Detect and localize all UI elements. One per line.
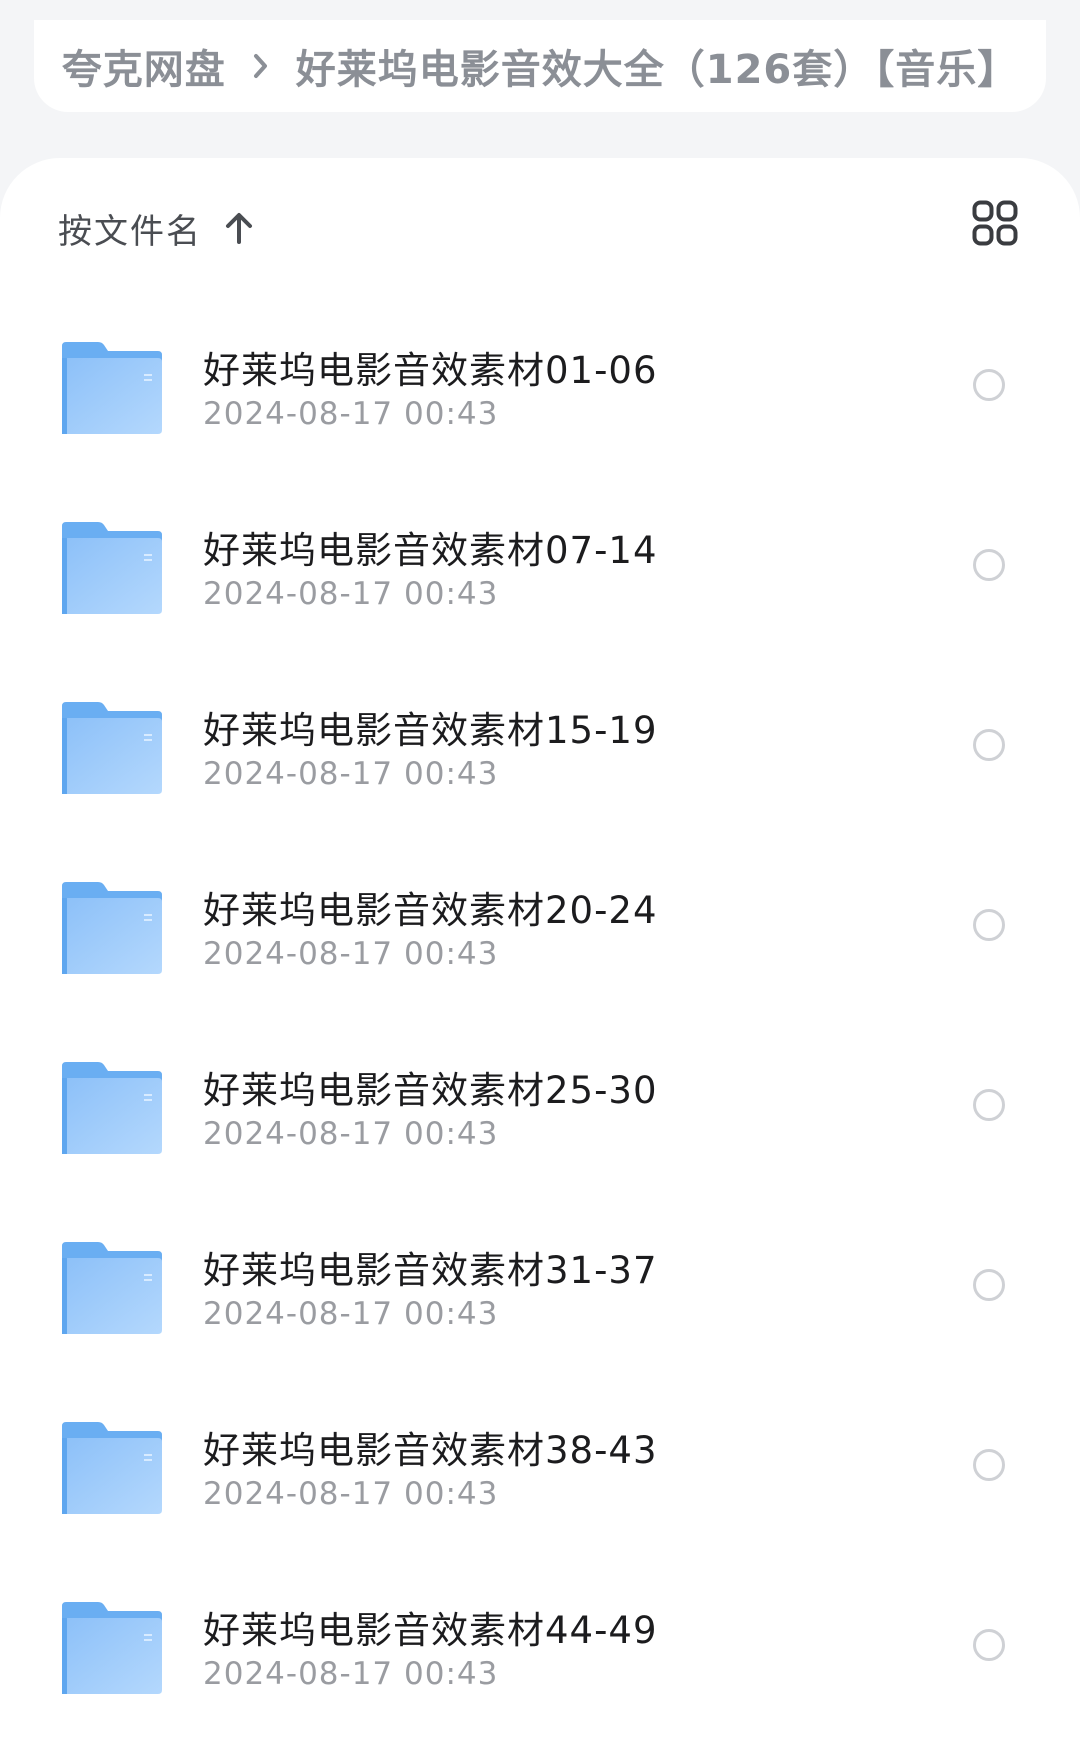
- file-date: 2024-08-17 00:43: [203, 936, 499, 972]
- select-checkbox[interactable]: [973, 909, 1005, 941]
- file-date: 2024-08-17 00:43: [203, 396, 499, 432]
- file-name: 好莱坞电影音效素材07-14: [203, 529, 658, 572]
- file-date: 2024-08-17 00:43: [203, 576, 499, 612]
- grid-view-toggle[interactable]: [970, 198, 1020, 248]
- file-name: 好莱坞电影音效素材01-06: [203, 349, 658, 392]
- list-item[interactable]: 好莱坞电影音效素材44-49 2024-08-17 00:43: [0, 1570, 1080, 1750]
- list-item[interactable]: 好莱坞电影音效素材01-06 2024-08-17 00:43: [0, 310, 1080, 490]
- file-name: 好莱坞电影音效素材15-19: [203, 709, 658, 752]
- file-list: 好莱坞电影音效素材01-06 2024-08-17 00:43 好莱坞电影音效素…: [0, 310, 1080, 1750]
- folder-icon: [62, 342, 162, 434]
- arrow-up-icon: [222, 211, 256, 245]
- folder-icon: [62, 522, 162, 614]
- file-date: 2024-08-17 00:43: [203, 756, 499, 792]
- list-item[interactable]: 好莱坞电影音效素材38-43 2024-08-17 00:43: [0, 1390, 1080, 1570]
- grid-view-icon: [972, 200, 1018, 246]
- folder-icon: [62, 1422, 162, 1514]
- select-checkbox[interactable]: [973, 1269, 1005, 1301]
- file-name: 好莱坞电影音效素材25-30: [203, 1069, 658, 1112]
- list-item[interactable]: 好莱坞电影音效素材31-37 2024-08-17 00:43: [0, 1210, 1080, 1390]
- folder-icon: [62, 1062, 162, 1154]
- folder-icon: [62, 882, 162, 974]
- file-date: 2024-08-17 00:43: [203, 1296, 499, 1332]
- select-checkbox[interactable]: [973, 549, 1005, 581]
- file-name: 好莱坞电影音效素材38-43: [203, 1429, 658, 1472]
- file-list-panel: 按文件名 好莱坞电影音效素材01-06 2024-08-17 00:43 好莱坞…: [0, 158, 1080, 1758]
- select-checkbox[interactable]: [973, 369, 1005, 401]
- file-name: 好莱坞电影音效素材20-24: [203, 889, 658, 932]
- select-checkbox[interactable]: [973, 729, 1005, 761]
- file-name: 好莱坞电影音效素材31-37: [203, 1249, 658, 1292]
- sort-label: 按文件名: [58, 211, 202, 252]
- folder-icon: [62, 1602, 162, 1694]
- file-date: 2024-08-17 00:43: [203, 1116, 499, 1152]
- list-item[interactable]: 好莱坞电影音效素材15-19 2024-08-17 00:43: [0, 670, 1080, 850]
- list-item[interactable]: 好莱坞电影音效素材20-24 2024-08-17 00:43: [0, 850, 1080, 1030]
- breadcrumb-current: 好莱坞电影音效大全（126套）【音乐】: [295, 47, 1019, 93]
- list-item[interactable]: 好莱坞电影音效素材25-30 2024-08-17 00:43: [0, 1030, 1080, 1210]
- select-checkbox[interactable]: [973, 1449, 1005, 1481]
- folder-icon: [62, 1242, 162, 1334]
- breadcrumb-root[interactable]: 夸克网盘: [62, 37, 226, 95]
- chevron-right-icon: [248, 46, 274, 86]
- breadcrumb: 夸克网盘 好莱坞电影音效大全（126套）【音乐】: [34, 20, 1046, 112]
- folder-icon: [62, 702, 162, 794]
- select-checkbox[interactable]: [973, 1629, 1005, 1661]
- list-item[interactable]: 好莱坞电影音效素材07-14 2024-08-17 00:43: [0, 490, 1080, 670]
- file-name: 好莱坞电影音效素材44-49: [203, 1609, 658, 1652]
- file-date: 2024-08-17 00:43: [203, 1656, 499, 1692]
- select-checkbox[interactable]: [973, 1089, 1005, 1121]
- sort-control[interactable]: 按文件名: [58, 198, 256, 258]
- file-date: 2024-08-17 00:43: [203, 1476, 499, 1512]
